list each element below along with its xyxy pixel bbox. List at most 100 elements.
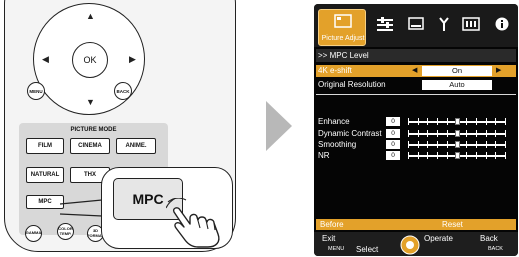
tab-picture-adjust[interactable]: Picture Adjust <box>318 9 366 46</box>
dpad-guide-icon <box>400 235 420 255</box>
back-label: Back <box>480 234 498 243</box>
row-label: 4K e-shift <box>318 66 352 75</box>
slider-knob[interactable] <box>455 152 460 159</box>
before-button[interactable]: Before <box>320 219 344 230</box>
slider-value: 0 <box>386 140 400 149</box>
breadcrumb: >> MPC Level <box>316 49 516 62</box>
cinema-button: CINEMA <box>70 138 110 154</box>
slider-tick <box>466 118 467 125</box>
slider-tick <box>505 152 506 159</box>
slider-tick <box>437 130 438 137</box>
display-icon[interactable] <box>408 17 424 31</box>
callout-connector <box>60 199 103 217</box>
operate-label: Operate <box>424 234 453 243</box>
slider-tick <box>476 152 477 159</box>
slider-label: Enhance <box>318 117 350 126</box>
slider-tick <box>447 118 448 125</box>
slider-tick <box>505 118 506 125</box>
slider-tick <box>418 130 419 137</box>
slider-tick <box>427 130 428 137</box>
slider-track[interactable] <box>408 118 506 125</box>
row-label: Original Resolution <box>318 80 386 89</box>
slider-tick <box>408 130 409 137</box>
slider-knob[interactable] <box>455 130 460 137</box>
slider-tick <box>486 141 487 148</box>
slider-knob[interactable] <box>455 118 460 125</box>
slider-enhance[interactable]: Enhance 0 <box>316 117 516 127</box>
osd-tab-bar: Picture Adjust <box>314 4 518 47</box>
slider-knob[interactable] <box>455 141 460 148</box>
exit-label: Exit <box>322 234 336 243</box>
right-chevron-icon[interactable]: ▶ <box>496 65 501 77</box>
slider-tick <box>495 141 496 148</box>
pointing-hand-icon <box>166 198 220 248</box>
slider-tick <box>476 130 477 137</box>
slider-tick <box>437 152 438 159</box>
ok-button: OK <box>72 42 108 78</box>
picture-mode-title: PICTURE MODE <box>70 127 117 133</box>
slider-tick <box>418 141 419 148</box>
slider-label: NR <box>318 151 330 160</box>
slider-tick <box>418 152 419 159</box>
transition-arrow-icon <box>266 101 292 151</box>
right-arrow-icon: ▶ <box>129 54 136 64</box>
slider-dynamic-contrast[interactable]: Dynamic Contrast 0 <box>316 129 516 139</box>
mpc-button: MPC <box>26 195 64 209</box>
slider-tick <box>447 141 448 148</box>
slider-track[interactable] <box>408 141 506 148</box>
menu-row-original-resolution[interactable]: Original Resolution Auto <box>316 79 516 91</box>
slider-tick <box>437 141 438 148</box>
gamma-button: GAMMA <box>25 225 42 242</box>
settings-sliders-icon[interactable] <box>377 17 393 31</box>
row-value: On <box>422 66 492 76</box>
menu-key-label: MENU <box>328 246 345 252</box>
tab-picture-adjust-label: Picture Adjust <box>321 35 365 42</box>
slider-smoothing[interactable]: Smoothing 0 <box>316 140 516 150</box>
remote-control-illustration: ▲ ▼ ◀ ▶ OK MENU BACK PICTURE MODE FILM C… <box>0 0 240 257</box>
slider-label: Smoothing <box>318 140 357 149</box>
slider-tick <box>505 130 506 137</box>
slider-tick <box>466 130 467 137</box>
anime-button: ANIME. <box>116 138 156 154</box>
slider-tick <box>486 152 487 159</box>
input-signal-icon[interactable] <box>462 17 480 31</box>
slider-tick <box>427 118 428 125</box>
slider-tick <box>418 118 419 125</box>
slider-tick <box>486 130 487 137</box>
mpc-zoom-callout: MPC <box>101 167 233 249</box>
info-icon[interactable] <box>495 17 509 31</box>
slider-track[interactable] <box>408 130 506 137</box>
film-button: FILM <box>26 138 64 154</box>
select-label: Select <box>356 245 379 254</box>
before-reset-bar: Before Reset <box>316 219 516 230</box>
left-arrow-icon: ◀ <box>42 54 49 64</box>
slider-tick <box>408 141 409 148</box>
slider-value: 0 <box>386 117 400 126</box>
up-arrow-icon: ▲ <box>86 11 95 21</box>
left-chevron-icon[interactable]: ◀ <box>412 65 417 77</box>
slider-value: 0 <box>386 129 400 138</box>
slider-tick <box>437 118 438 125</box>
slider-label: Dynamic Contrast <box>318 129 382 138</box>
picture-adjust-icon <box>334 14 352 28</box>
slider-tick <box>476 118 477 125</box>
divider <box>316 94 516 95</box>
slider-tick <box>427 152 428 159</box>
down-arrow-icon: ▼ <box>86 97 95 107</box>
slider-tick <box>408 152 409 159</box>
slider-tick <box>447 130 448 137</box>
installation-icon[interactable] <box>438 17 450 32</box>
back-button: BACK <box>114 82 132 100</box>
menu-row-4k-eshift[interactable]: 4K e-shift ◀ On ▶ <box>316 65 516 77</box>
row-value: Auto <box>422 80 492 90</box>
slider-tick <box>495 130 496 137</box>
slider-track[interactable] <box>408 152 506 159</box>
navigation-guide-bar: Exit MENU Select Operate Back BACK <box>314 232 518 256</box>
slider-tick <box>476 141 477 148</box>
reset-button[interactable]: Reset <box>442 219 463 230</box>
slider-tick <box>408 118 409 125</box>
color-temp-button: COLOR TEMP. <box>57 223 74 240</box>
slider-tick <box>466 152 467 159</box>
slider-tick <box>486 118 487 125</box>
slider-nr[interactable]: NR 0 <box>316 151 516 161</box>
